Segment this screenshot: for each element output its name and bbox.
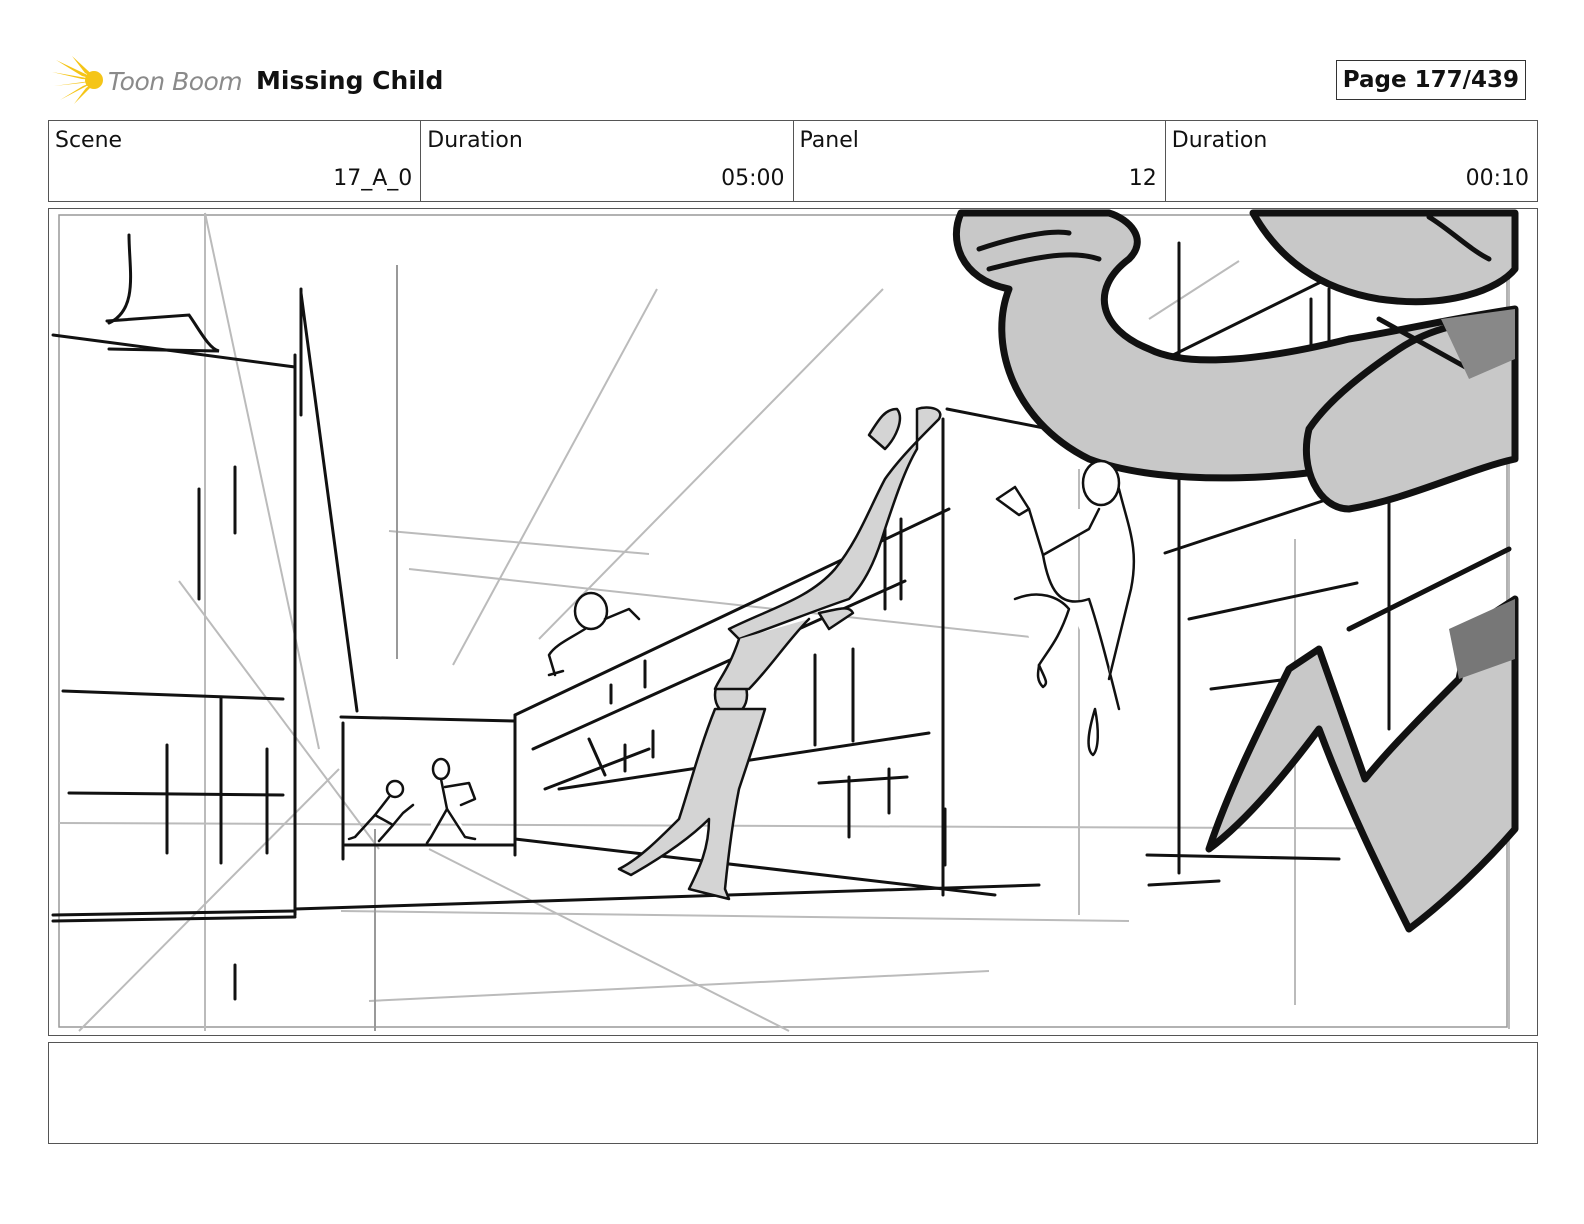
panel-notes-box: [48, 1042, 1538, 1144]
starburst-icon: [52, 56, 103, 104]
panel-cell: Panel 12: [794, 121, 1166, 201]
panel-label: Panel: [799, 128, 859, 153]
scene-cell: Scene 17_A_0: [49, 121, 422, 201]
page-number: Page 177/439: [1335, 60, 1526, 100]
scene-duration-value: 05:00: [721, 166, 785, 191]
brand-name: Toon Boom: [108, 66, 243, 96]
scene-label: Scene: [55, 128, 123, 153]
panel-duration-value: 00:10: [1465, 166, 1529, 191]
storyboard-sketch: [51, 209, 1519, 1032]
panel-duration-label: Duration: [1171, 128, 1268, 153]
scene-duration-cell: Duration 05:00: [421, 121, 794, 201]
panel-value: 12: [1128, 166, 1157, 191]
storyboard-panel: [48, 208, 1538, 1036]
panel-duration-cell: Duration 00:10: [1166, 121, 1537, 201]
scene-value: 17_A_0: [333, 166, 413, 191]
scene-duration-label: Duration: [427, 128, 523, 153]
toon-boom-logo: Toon Boom: [52, 56, 243, 106]
project-title: Missing Child: [256, 66, 444, 95]
scene-info-table: Scene 17_A_0 Duration 05:00 Panel 12 Dur…: [48, 120, 1538, 202]
page-header: Toon Boom Missing Child Page 177/439: [48, 56, 1536, 106]
